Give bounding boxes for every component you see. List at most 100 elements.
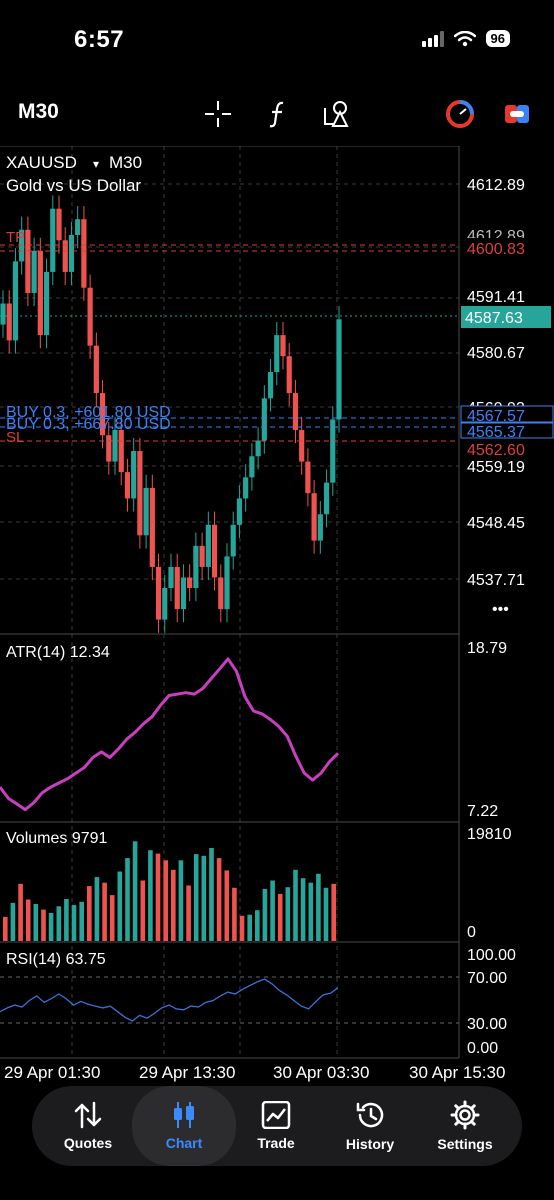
- nav-quotes-label: Quotes: [63, 1135, 113, 1151]
- nav-trade-label: Trade: [257, 1135, 295, 1151]
- nav-quotes[interactable]: Quotes: [42, 1086, 134, 1166]
- volume-bar: [56, 906, 62, 941]
- time-label: 29 Apr 01:30: [4, 1063, 100, 1082]
- candle: [87, 287, 93, 346]
- candle: [205, 524, 211, 567]
- volume-bar: [41, 909, 46, 941]
- volumes-max-label: 19810: [467, 826, 512, 843]
- volume-bar: [109, 895, 115, 941]
- price-label: 4537.71: [467, 572, 525, 589]
- nav-history[interactable]: History: [324, 1086, 416, 1166]
- volume-bar: [33, 904, 39, 941]
- volume-bar: [117, 871, 123, 941]
- rsi-70-label: 70.00: [467, 970, 507, 987]
- candle: [280, 335, 286, 357]
- rsi-30-label: 30.00: [467, 1016, 507, 1033]
- candle: [43, 271, 50, 336]
- candle: [137, 451, 143, 536]
- candle: [211, 524, 218, 578]
- chart-canvas[interactable]: XAUUSD ▾ M30 Gold vs US Dollar TP BUY 0.…: [0, 145, 554, 1090]
- volume-bar: [270, 880, 275, 941]
- candle: [131, 451, 137, 499]
- volume-bar: [209, 848, 214, 941]
- crosshair-tool-button[interactable]: [201, 97, 235, 131]
- nav-history-label: History: [345, 1136, 395, 1152]
- candle: [168, 566, 174, 589]
- candle: [155, 566, 162, 620]
- indicators-button[interactable]: [261, 97, 295, 131]
- volume-bar: [132, 841, 138, 941]
- candle: [112, 429, 118, 462]
- volume-bar: [18, 883, 23, 941]
- volume-bar: [293, 869, 298, 941]
- candle: [56, 208, 62, 241]
- volume-bar: [25, 899, 31, 941]
- candle: [274, 335, 280, 373]
- volume-bar: [247, 914, 252, 941]
- volume-bar: [224, 870, 230, 941]
- status-icons: 96: [421, 30, 510, 47]
- nav-trade[interactable]: Trade: [230, 1086, 322, 1166]
- candle: [218, 577, 224, 610]
- more-options-icon[interactable]: •••: [492, 601, 509, 618]
- volume-bar: [148, 850, 153, 941]
- candlestick-icon: [174, 1102, 194, 1128]
- nav-chart[interactable]: Chart: [132, 1086, 236, 1166]
- buy-price-label-1: 4567.57: [467, 408, 525, 425]
- timeframe-button[interactable]: M30: [18, 100, 59, 124]
- rsi-100-label: 100.00: [467, 947, 516, 964]
- price-label: 4580.67: [467, 345, 525, 362]
- volume-bar: [262, 888, 268, 941]
- symbol-description: Gold vs US Dollar: [6, 176, 141, 195]
- candle: [255, 440, 261, 457]
- timeframe-label: M30: [109, 153, 142, 172]
- candle: [106, 435, 112, 462]
- volume-bar: [64, 899, 69, 941]
- candle: [311, 493, 317, 541]
- trade-chart-icon: [261, 1101, 291, 1129]
- volume-bar: [308, 882, 314, 941]
- candle: [93, 345, 99, 394]
- volume-bar: [155, 853, 161, 941]
- toggle-icon: [505, 105, 529, 123]
- volume-bar: [178, 860, 184, 941]
- current-price-label: 4587.63: [465, 310, 523, 327]
- function-icon: [269, 101, 284, 128]
- volume-bar: [232, 887, 237, 941]
- buy-price-label-2: 4565.37: [467, 424, 525, 441]
- volume-bar: [193, 854, 199, 941]
- atr-line: [0, 657, 340, 812]
- candle: [25, 229, 31, 293]
- candle: [299, 429, 305, 462]
- objects-button[interactable]: [320, 97, 354, 131]
- candle: [0, 303, 6, 325]
- nav-settings-label: Settings: [437, 1136, 493, 1152]
- candle: [323, 482, 330, 515]
- symbol-label[interactable]: XAUUSD: [6, 153, 77, 172]
- candle: [149, 487, 155, 567]
- symbol-caret-icon[interactable]: ▾: [93, 157, 99, 171]
- volume-bar: [239, 915, 245, 941]
- candle: [68, 235, 75, 272]
- gauge-icon: [446, 100, 474, 128]
- price-label: 4559.19: [467, 459, 525, 476]
- volumes-min-label: 0: [467, 924, 476, 941]
- candle: [81, 219, 87, 288]
- rsi-0-label: 0.00: [467, 1040, 498, 1057]
- chart-area[interactable]: XAUUSD ▾ M30 Gold vs US Dollar TP BUY 0.…: [0, 145, 554, 1090]
- volume-bar: [171, 869, 176, 941]
- rsi-label: RSI(14) 63.75: [6, 951, 106, 968]
- account-button[interactable]: [500, 97, 534, 131]
- volume-bar: [316, 873, 321, 941]
- candle: [261, 398, 267, 441]
- volume-bar: [79, 901, 84, 941]
- nav-settings[interactable]: Settings: [419, 1086, 511, 1166]
- time-label: 30 Apr 03:30: [273, 1063, 369, 1082]
- atr-min-label: 7.22: [467, 803, 498, 820]
- tp-price-label: 4600.83: [467, 241, 525, 258]
- volume-bar: [71, 905, 77, 941]
- one-click-trading-button[interactable]: [443, 97, 477, 131]
- candle: [50, 208, 56, 272]
- candle: [243, 477, 249, 499]
- candle: [330, 419, 336, 483]
